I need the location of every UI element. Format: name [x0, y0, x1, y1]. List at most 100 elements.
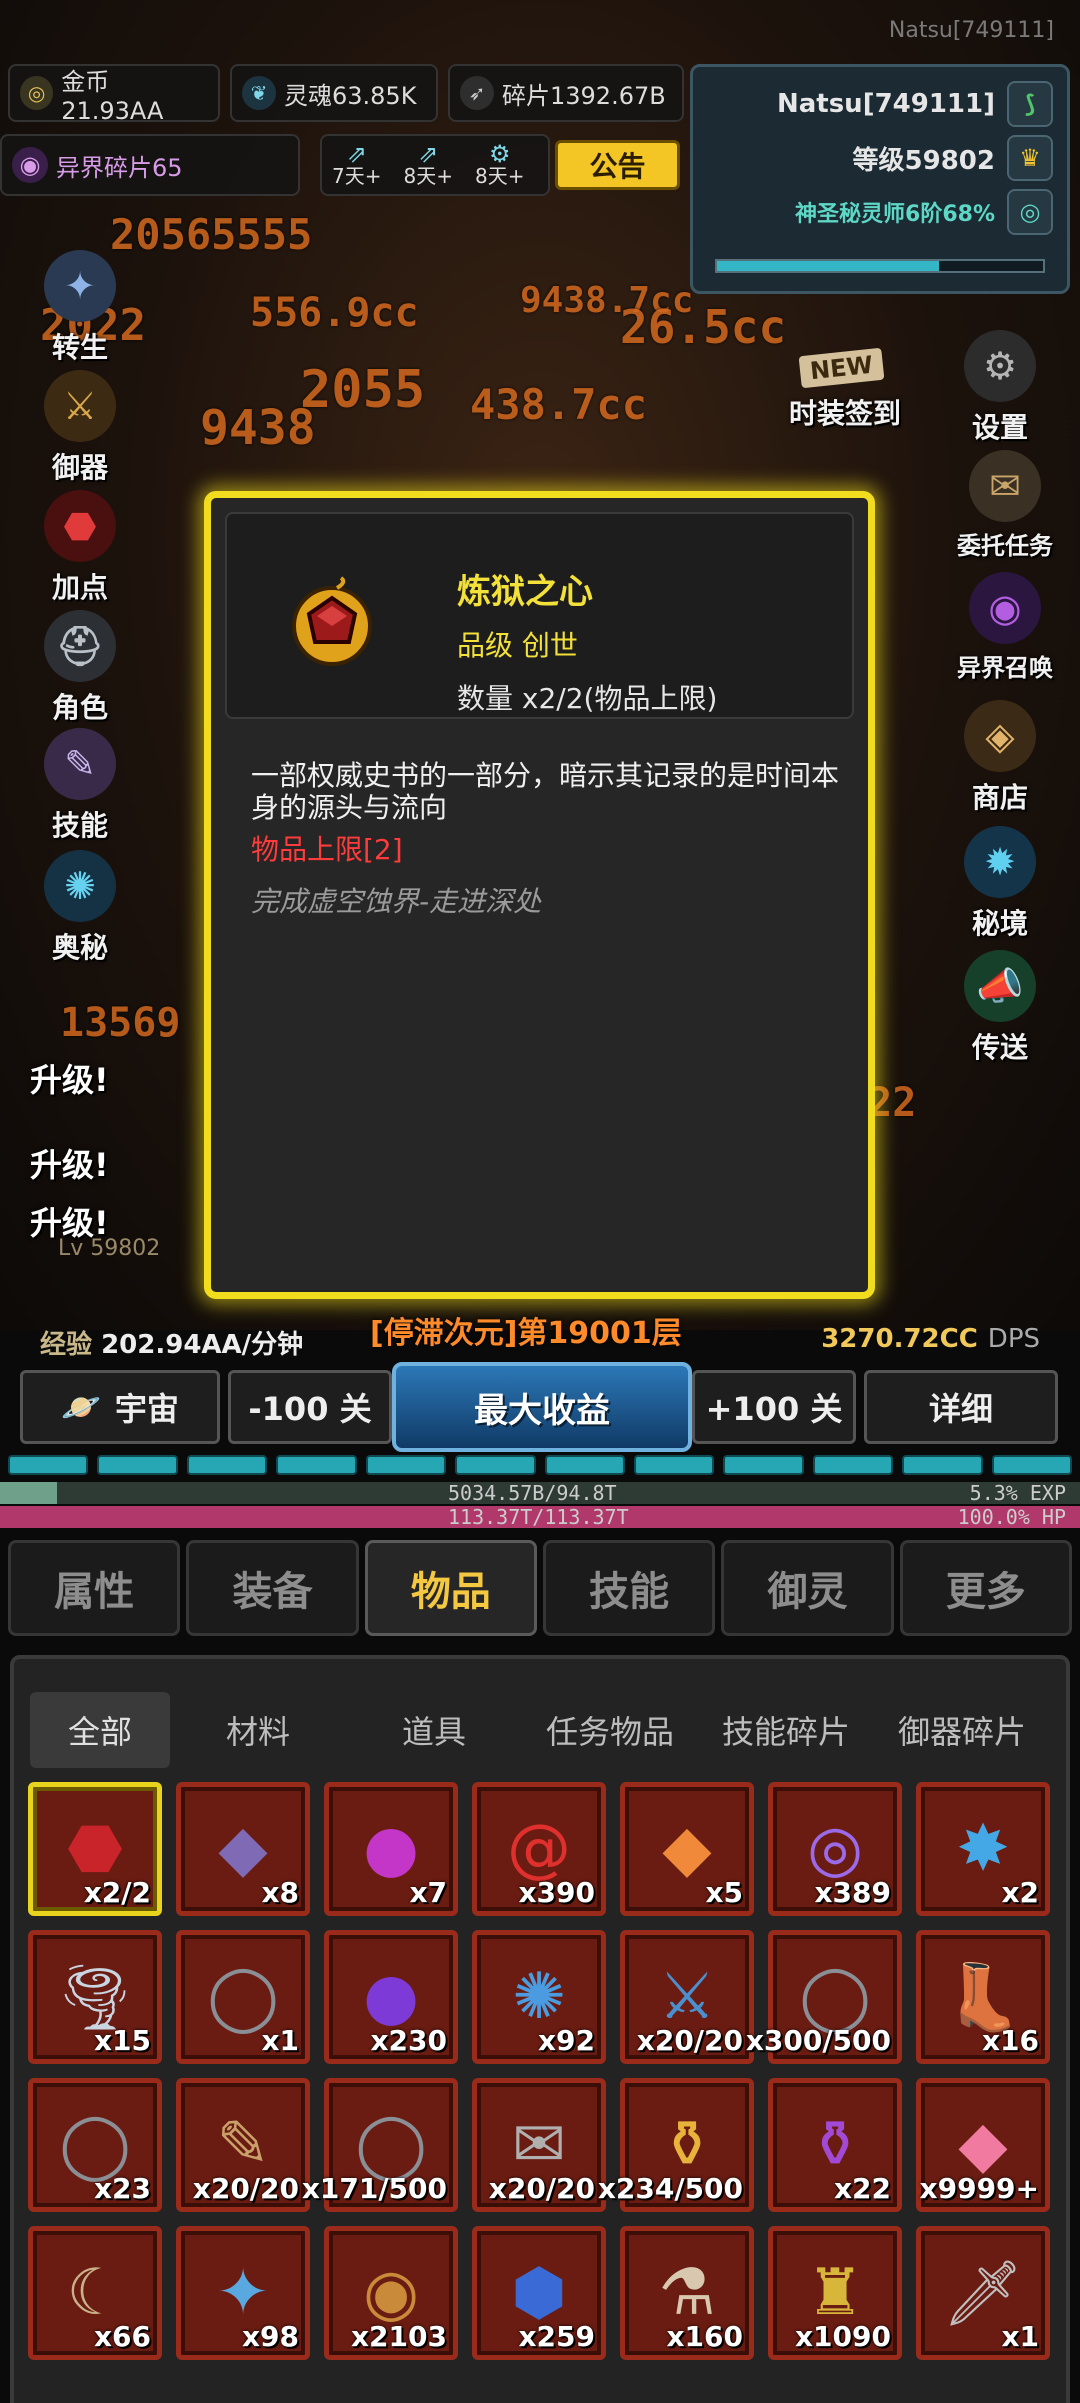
level-up-text: 升级! — [30, 1146, 109, 1184]
item-count: x259 — [518, 2320, 595, 2353]
filter-all[interactable]: 全部 — [30, 1692, 170, 1768]
menu-mystery[interactable]: ✺ 奥秘 — [25, 850, 135, 966]
inventory-slot[interactable]: ✺ x92 — [472, 1930, 606, 2064]
menu-artifact[interactable]: ⚔ 御器 — [25, 370, 135, 486]
player-level: 等级59802 — [852, 145, 995, 176]
max-gain-button[interactable]: 最大收益 — [392, 1362, 692, 1452]
inventory-slot[interactable]: ⚗ x160 — [620, 2226, 754, 2360]
tab-spirits[interactable]: 御灵 — [721, 1540, 894, 1636]
inventory-slot[interactable]: ◯ x23 — [28, 2078, 162, 2212]
menu-attribute-points[interactable]: ⬣ 加点 — [25, 490, 135, 606]
damage-number: 2055 — [300, 360, 426, 420]
rebirth-icon: ✦ — [44, 250, 116, 322]
rank-progress-fill — [717, 261, 939, 271]
item-count: x22 — [833, 2172, 891, 2205]
menu-shop[interactable]: ◈ 商店 — [940, 700, 1060, 816]
boost-soul-icon: ⇗ — [418, 140, 439, 168]
inventory-slot[interactable]: ♜ x1090 — [768, 2226, 902, 2360]
inventory-slot[interactable]: ⬢ x259 — [472, 2226, 606, 2360]
inventory-slot[interactable]: ● x7 — [324, 1782, 458, 1916]
inventory-slot[interactable]: @ x390 — [472, 1782, 606, 1916]
inventory-slot[interactable]: ⚔ x20/20 — [620, 1930, 754, 2064]
menu-secret-realm[interactable]: ✹ 秘境 — [940, 826, 1060, 942]
inventory-slot[interactable]: ◯ x171/500 — [302, 2078, 458, 2212]
hp-bar-percent: 100.0% HP — [957, 1505, 1066, 1529]
red-potion-icon: ⬣ — [44, 490, 116, 562]
inventory-slot[interactable]: ✉ x20/20 — [472, 2078, 606, 2212]
boost-soul[interactable]: ⇗ 8天+ — [403, 140, 452, 187]
inventory-slot[interactable]: ☾ x66 — [28, 2226, 162, 2360]
item-count: x171/500 — [301, 2172, 447, 2205]
menu-character[interactable]: ⛑ 角色 — [25, 610, 135, 726]
menu-rebirth[interactable]: ✦ 转生 — [25, 250, 135, 366]
class-emblem-icon: ⟆ — [1007, 81, 1053, 127]
exp-bar: 5034.57B/94.8T 5.3% EXP — [0, 1482, 1080, 1504]
item-count: x2/2 — [83, 1876, 151, 1909]
portal-icon: ◉ — [969, 572, 1041, 644]
menu-teleport[interactable]: 📣 传送 — [940, 950, 1060, 1066]
inventory-slot[interactable]: ◉ x2103 — [324, 2226, 458, 2360]
inventory-slot[interactable]: ◯ x1 — [176, 1930, 310, 2064]
gold-display[interactable]: ◎ 金币21.93AA — [8, 64, 220, 125]
item-count: x16 — [981, 2024, 1039, 2057]
inventory-slot[interactable]: ⬣ x2/2 — [28, 1782, 162, 1916]
currency-bar: ◎ 金币21.93AA ❦ 灵魂63.85K ➶ 碎片1392.67B ◉ 异界… — [0, 64, 690, 196]
boost-exp[interactable]: ⚙ 8天+ — [474, 142, 525, 188]
player-panel[interactable]: Natsu[749111] ⟆ 等级59802 ♛ 神圣秘灵师6阶68% ◎ — [690, 64, 1070, 294]
universe-button[interactable]: 🪐 宇宙 — [20, 1370, 220, 1444]
menu-settings[interactable]: ⚙ 设置 — [940, 330, 1060, 446]
filter-skill-shards[interactable]: 技能碎片 — [698, 1692, 874, 1768]
menu-summon[interactable]: ◉ 异界召唤 — [940, 572, 1070, 683]
filter-props[interactable]: 道具 — [346, 1692, 522, 1768]
player-level-row: 等级59802 ♛ — [707, 131, 1053, 185]
inventory-slot[interactable]: ◯ x300/500 — [746, 1930, 902, 2064]
exp-bar-text: 5034.57B/94.8T — [448, 1481, 617, 1505]
filter-materials[interactable]: 材料 — [170, 1692, 346, 1768]
menu-character-label: 角色 — [51, 691, 108, 724]
item-count: x2 — [1001, 1876, 1039, 1909]
item-detail-popup[interactable]: 炼狱之心 品级 创世 数量 x2/2(物品上限) 一部权威史书的一部分，暗示其记… — [204, 491, 875, 1299]
tab-equipment[interactable]: 装备 — [186, 1540, 359, 1636]
item-count: x1 — [261, 2024, 299, 2057]
menu-commission[interactable]: ✉ 委托任务 — [935, 450, 1075, 561]
tab-more[interactable]: 更多 — [899, 1540, 1072, 1636]
item-count: x389 — [814, 1876, 891, 1909]
tab-attributes[interactable]: 属性 — [8, 1540, 181, 1636]
tab-skills[interactable]: 技能 — [542, 1540, 716, 1636]
exp-rate: 经验 202.94AA/分钟 — [40, 1324, 303, 1361]
item-count: x92 — [537, 2024, 595, 2057]
inventory-slot[interactable]: ◎ x389 — [768, 1782, 902, 1916]
inventory-slot[interactable]: ⚱ x234/500 — [598, 2078, 754, 2212]
minus-100-button[interactable]: -100 关 — [228, 1370, 392, 1444]
game-screen: { "header": { "username_faint": "Natsu[7… — [0, 0, 1080, 2403]
details-button[interactable]: 详细 — [864, 1370, 1058, 1444]
filter-quest-items[interactable]: 任务物品 — [522, 1692, 698, 1768]
inventory-slot[interactable]: ⚱ x22 — [768, 2078, 902, 2212]
boost-exp-label: 8天+ — [474, 164, 525, 188]
inventory-slot[interactable]: 👢 x16 — [916, 1930, 1050, 2064]
inventory-slot[interactable]: ◆ x8 — [176, 1782, 310, 1916]
item-source: 完成虚空蚀界-走进深处 — [251, 885, 542, 918]
otherworld-shard-display[interactable]: ◉ 异界碎片65 — [0, 134, 300, 196]
item-count: x234/500 — [597, 2172, 743, 2205]
hp-bar-text: 113.37T/113.37T — [448, 1505, 629, 1529]
inventory-slot[interactable]: 🌪 x15 — [28, 1930, 162, 2064]
filter-artifact-shards[interactable]: 御器碎片 — [874, 1692, 1050, 1768]
helmet-icon: ⛑ — [44, 610, 116, 682]
notice-button[interactable]: 公告 — [555, 140, 680, 190]
plus-100-button[interactable]: +100 关 — [692, 1370, 856, 1444]
shard-display[interactable]: ➶ 碎片1392.67B — [448, 64, 684, 122]
inventory-slot[interactable]: ● x230 — [324, 1930, 458, 2064]
inventory-slot[interactable]: ◆ x5 — [620, 1782, 754, 1916]
inventory-slot[interactable]: ✦ x98 — [176, 2226, 310, 2360]
inventory-slot[interactable]: ◆ x9999+ — [916, 2078, 1050, 2212]
inventory-slot[interactable]: ✸ x2 — [916, 1782, 1050, 1916]
blue-portal-icon: ✹ — [964, 826, 1036, 898]
tab-items[interactable]: 物品 — [364, 1540, 537, 1636]
soul-display[interactable]: ❦ 灵魂63.85K — [230, 64, 438, 122]
boost-gold[interactable]: ⇗ 7天+ — [332, 142, 381, 187]
inventory-slot[interactable]: 🗡 x1 — [916, 2226, 1050, 2360]
menu-outfit-signin[interactable]: 时装签到 — [770, 392, 920, 432]
menu-skills[interactable]: ✎ 技能 — [25, 728, 135, 844]
inventory-slot[interactable]: ✎ x20/20 — [176, 2078, 310, 2212]
